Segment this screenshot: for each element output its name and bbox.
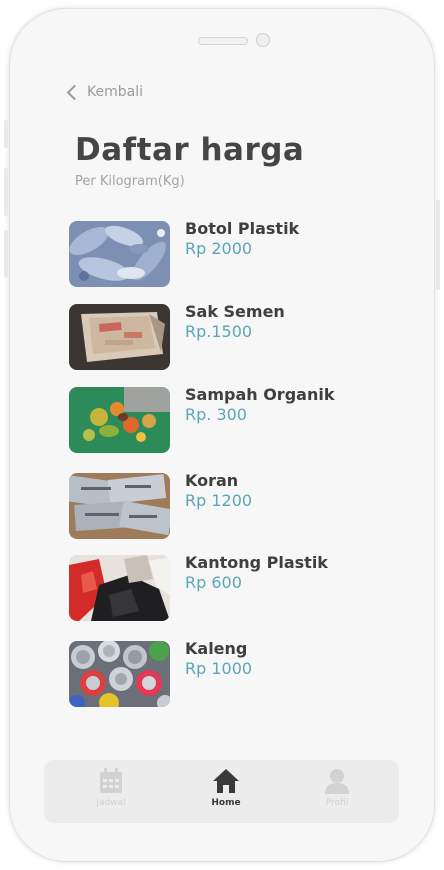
tab-label: Profil [325, 798, 349, 808]
list-item-koran[interactable]: Koran Rp 1200 [69, 471, 369, 539]
user-icon [325, 769, 349, 794]
item-name: Botol Plastik [185, 219, 300, 238]
page-title: Daftar harga [75, 132, 305, 168]
cement-sack-photo [69, 304, 170, 370]
tab-jadwal[interactable]: Jadwal [71, 768, 151, 818]
organic-waste-photo [69, 387, 170, 453]
newspaper-photo [69, 473, 170, 539]
phone-side-button [4, 120, 8, 148]
tab-label: Home [211, 798, 241, 808]
item-name: Kaleng [185, 639, 248, 658]
phone-side-button [436, 200, 440, 290]
item-name: Kantong Plastik [185, 553, 328, 572]
chevron-left-icon [66, 84, 83, 100]
list-item-botol-plastik[interactable]: Botol Plastik Rp 2000 [69, 219, 369, 287]
item-price: Rp 1200 [185, 491, 253, 510]
bottom-tab-bar: Jadwal Home Profil [44, 760, 399, 823]
back-button[interactable]: Kembali [66, 82, 143, 102]
phone-side-button [4, 230, 8, 278]
page-subtitle: Per Kilogram(Kg) [75, 174, 185, 189]
item-price: Rp 2000 [185, 239, 253, 258]
tab-home[interactable]: Home [186, 768, 266, 818]
back-label: Kembali [87, 84, 143, 100]
item-name: Koran [185, 471, 239, 490]
list-item-kaleng[interactable]: Kaleng Rp 1000 [69, 639, 369, 707]
tab-profil[interactable]: Profil [297, 768, 377, 818]
tab-label: Jadwal [96, 798, 126, 808]
plastic-bottles-photo [69, 221, 170, 287]
cans-photo [69, 641, 170, 707]
plastic-bags-photo [69, 555, 170, 621]
item-price: Rp.1500 [185, 322, 253, 341]
list-item-sak-semen[interactable]: Sak Semen Rp.1500 [69, 302, 369, 370]
list-item-kantong-plastik[interactable]: Kantong Plastik Rp 600 [69, 553, 369, 621]
item-price: Rp 600 [185, 573, 242, 592]
list-item-sampah-organik[interactable]: Sampah Organik Rp. 300 [69, 385, 369, 453]
home-icon [213, 769, 239, 793]
item-price: Rp. 300 [185, 405, 247, 424]
item-name: Sampah Organik [185, 385, 335, 404]
phone-side-button [4, 168, 8, 216]
phone-camera [256, 33, 270, 47]
calendar-icon [100, 768, 122, 793]
phone-speaker [198, 37, 248, 45]
item-name: Sak Semen [185, 302, 285, 321]
item-price: Rp 1000 [185, 659, 253, 678]
